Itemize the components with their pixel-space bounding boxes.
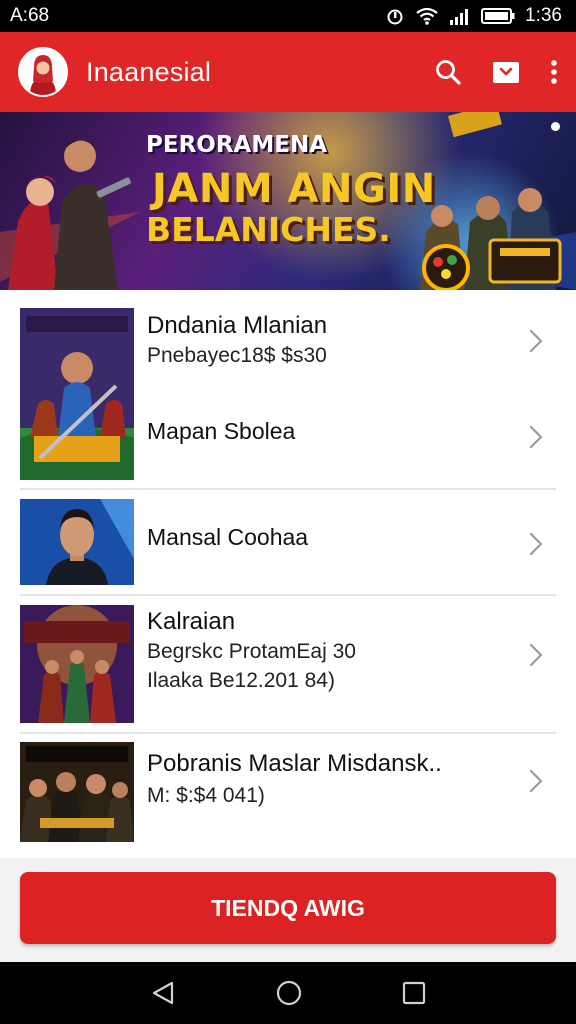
recents-icon[interactable] (402, 981, 426, 1005)
chevron-right-icon (528, 328, 544, 359)
list-item[interactable]: Dndania Mlanian Pnebayec18$ $s30 Mapan S… (0, 290, 576, 488)
status-time-right: 1:36 (525, 5, 562, 26)
status-icons: 1:36 (385, 5, 562, 27)
search-icon[interactable] (434, 58, 462, 86)
chevron-right-icon (528, 424, 544, 455)
item-subtitle: M: $:$4 041) (147, 784, 265, 807)
list-item[interactable]: Kalraian Begrskc ProtamEaj 30 Ilaaka Be1… (0, 596, 576, 732)
list-item[interactable]: Pobranis Maslar Misdansk.. M: $:$4 041) (0, 734, 576, 856)
list-item[interactable]: Mansal Coohaa (0, 490, 576, 594)
banner-headline: JANM ANGIN (152, 166, 436, 212)
item-title: Pobranis Maslar Misdansk.. (147, 750, 442, 777)
chevron-right-icon (528, 642, 544, 673)
status-time-left: A:68 (10, 5, 50, 26)
item-extra: Mapan Sbolea (147, 418, 296, 444)
item-title: Mansal Coohaa (147, 524, 309, 550)
game-list: Dndania Mlanian Pnebayec18$ $s30 Mapan S… (0, 290, 576, 858)
home-icon[interactable] (275, 979, 303, 1007)
banner-line-1: PERORAMENA (146, 132, 327, 158)
back-icon[interactable] (150, 980, 176, 1006)
avatar[interactable] (18, 47, 68, 97)
item-extra: Ilaaka Be12.201 84) (147, 669, 335, 692)
item-subtitle: Pnebayec18$ $s30 (147, 344, 327, 367)
more-vert-icon[interactable] (550, 59, 558, 85)
promo-banner[interactable]: PERORAMENA JANM ANGIN BELANICHES. (0, 112, 576, 290)
cast-icon[interactable] (492, 59, 520, 85)
item-thumbnail (20, 742, 134, 842)
chevron-right-icon (528, 768, 544, 799)
signal-icon (449, 7, 471, 25)
app-bar: Inaanesial (0, 32, 576, 112)
banner-line-3: BELANICHES. (146, 210, 391, 249)
chevron-right-icon (528, 531, 544, 562)
item-thumbnail (20, 499, 134, 585)
item-title: Dndania Mlanian (147, 312, 328, 339)
item-subtitle: Begrskc ProtamEaj 30 (147, 640, 356, 663)
app-title: Inaanesial (86, 56, 212, 87)
cta-button[interactable]: TIENDQ AWIG (20, 872, 556, 944)
battery-icon (481, 7, 515, 25)
wifi-icon (415, 7, 439, 25)
app-bar-actions (434, 58, 558, 86)
item-thumbnail (20, 308, 134, 480)
status-bar: A:68 1:36 (0, 0, 576, 32)
item-title: Kalraian (147, 608, 236, 635)
system-nav-bar (0, 962, 576, 1024)
item-thumbnail (20, 605, 134, 723)
alarm-icon (385, 6, 405, 26)
banner-page-indicator (551, 122, 560, 131)
